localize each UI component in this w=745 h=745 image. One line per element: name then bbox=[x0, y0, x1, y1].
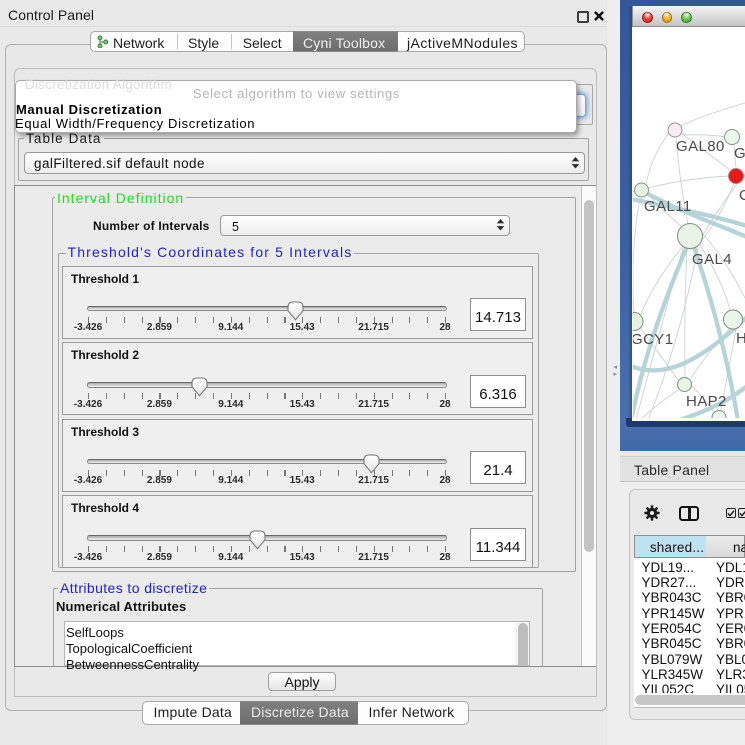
svg-text:HAP2: HAP2 bbox=[686, 393, 727, 410]
svg-text:GAL4: GAL4 bbox=[692, 251, 732, 268]
svg-text:GAL11: GAL11 bbox=[644, 198, 692, 215]
svg-text:GCY1: GCY1 bbox=[633, 331, 673, 348]
svg-text:GAL80: GAL80 bbox=[676, 138, 725, 155]
svg-text:GA: GA bbox=[734, 145, 745, 162]
svg-text:CY: CY bbox=[739, 187, 745, 204]
svg-text:HI: HI bbox=[736, 330, 745, 347]
